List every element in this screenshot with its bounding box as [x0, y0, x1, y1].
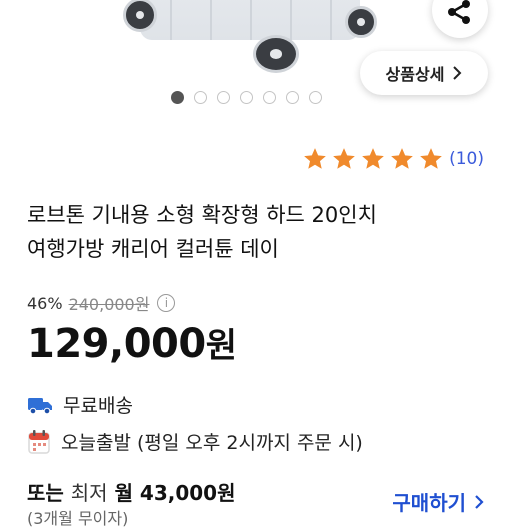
discount-rate: 46% — [27, 293, 63, 313]
suitcase-wheel — [345, 6, 377, 38]
pagination-dot[interactable] — [286, 91, 299, 104]
truck-icon — [28, 397, 52, 414]
share-icon — [448, 0, 470, 24]
star-icon — [362, 148, 384, 169]
pagination-dot[interactable] — [309, 91, 322, 104]
price-number: 129,000 — [27, 321, 206, 367]
pagination-dot[interactable] — [263, 91, 276, 104]
product-title: 로브톤 기내용 소형 확장형 하드 20인치 여행가방 캐리어 컬러튠 데이 — [27, 198, 497, 266]
star-icon — [391, 148, 413, 169]
today-shipping-label: 오늘출발 (평일 오후 2시까지 주문 시) — [61, 432, 363, 454]
pagination-dot[interactable] — [171, 91, 184, 104]
star-icon — [304, 148, 326, 169]
product-detail-label: 상품상세 — [385, 65, 445, 84]
product-image-gallery[interactable]: 상품상세 — [0, 0, 514, 118]
price-unit: 원 — [205, 326, 237, 366]
rating-stars — [299, 146, 444, 172]
product-title-line: 로브톤 기내용 소형 확장형 하드 20인치 — [27, 203, 377, 227]
free-shipping-label: 무료배송 — [63, 395, 133, 417]
sale-price: 129,000원 — [27, 318, 237, 367]
gallery-pagination — [171, 91, 322, 104]
installment-price: 또는 최저 월 43,000원 — [27, 477, 236, 506]
chevron-right-icon — [475, 494, 484, 509]
review-count[interactable]: (10) — [449, 149, 484, 169]
pagination-dot[interactable] — [194, 91, 207, 104]
share-button[interactable] — [432, 0, 488, 38]
star-icon — [420, 148, 442, 169]
buy-link-label: 구매하기 — [392, 491, 466, 515]
suitcase-image — [140, 0, 360, 40]
installment-light: 최저 — [70, 481, 108, 505]
chevron-right-icon — [453, 66, 462, 80]
discount-row: 46% 240,000원 i — [27, 291, 176, 315]
suitcase-wheel — [253, 35, 299, 73]
original-price: 240,000원 — [68, 295, 150, 314]
buy-link[interactable]: 구매하기 — [392, 487, 484, 516]
installment-amount: 월 43,000원 — [114, 481, 236, 505]
info-icon[interactable]: i — [157, 294, 176, 312]
product-title-line: 여행가방 캐리어 컬러튠 데이 — [27, 237, 279, 261]
star-icon — [333, 148, 355, 169]
pagination-dot[interactable] — [217, 91, 230, 104]
product-detail-button[interactable]: 상품상세 — [360, 51, 488, 95]
free-shipping-row: 무료배송 — [27, 391, 133, 418]
today-shipping-row: 오늘출발 (평일 오후 2시까지 주문 시) — [27, 428, 363, 455]
installment-sub: (3개월 무이자) — [27, 509, 129, 528]
rating[interactable]: (10) — [299, 146, 484, 172]
pagination-dot[interactable] — [240, 91, 253, 104]
installment-prefix: 또는 — [27, 481, 64, 505]
calendar-icon — [28, 429, 50, 454]
